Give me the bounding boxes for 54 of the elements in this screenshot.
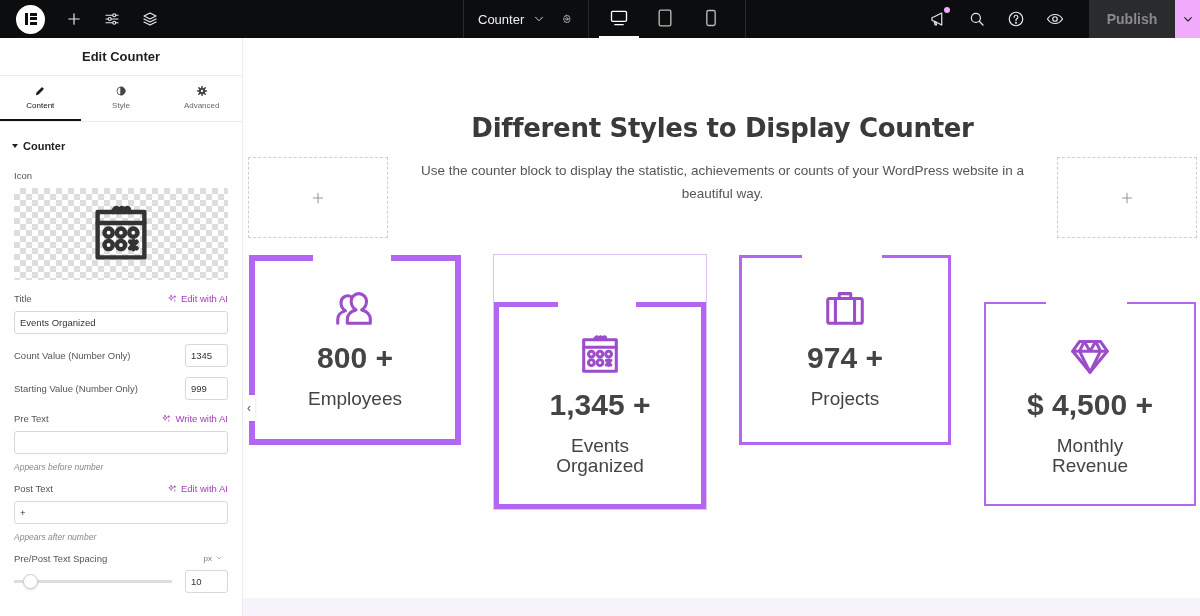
counter-label: Monthly Revenue	[1050, 436, 1130, 476]
layers-icon[interactable]	[141, 10, 159, 28]
section-text: Use the counter block to display the statistic, achievements or counts of your WordPress website in a beautiful way.	[419, 162, 1025, 203]
add-icon[interactable]	[65, 10, 83, 28]
search-icon[interactable]	[968, 10, 986, 28]
field-label: Starting Value (Number Only)	[14, 383, 138, 394]
help-icon[interactable]	[1007, 10, 1025, 28]
field-label: Pre/Post Text Spacing	[14, 552, 108, 564]
counter-number: 800 +	[317, 341, 393, 375]
field-label: Icon	[14, 170, 33, 181]
panel-tab[interactable]: Content	[0, 76, 81, 121]
chevron-icon	[215, 554, 223, 562]
panel-title: Edit Counter	[0, 38, 242, 76]
counter-number: $ 4,500 +	[1027, 388, 1153, 422]
field-label: Post Text	[14, 482, 53, 494]
text-field[interactable]: +	[14, 501, 228, 524]
sparkle-icon	[161, 412, 173, 424]
section-heading: Different Styles to Display Counter	[470, 113, 975, 143]
field-label: Title	[14, 292, 32, 304]
ai-link[interactable]: Edit with AI	[167, 482, 228, 494]
document-dropdown[interactable]: Counter	[478, 11, 547, 27]
number-field[interactable]: 1345	[185, 344, 228, 367]
slider-thumb[interactable]	[22, 574, 38, 589]
field-label: Count Value (Number Only)	[14, 350, 131, 361]
text-field[interactable]	[14, 431, 228, 454]
ai-link[interactable]: Write with AI	[161, 412, 228, 424]
section-toggle[interactable]: Counter	[12, 140, 228, 152]
publish-button[interactable]: Publish	[1089, 0, 1175, 38]
contrast-icon	[115, 85, 127, 97]
ai-link[interactable]: Edit with AI	[167, 292, 228, 304]
number-field[interactable]: 999	[185, 377, 228, 400]
pencil-icon	[34, 85, 47, 97]
help-text: Appears after number	[14, 532, 98, 542]
settings-icon[interactable]	[103, 10, 121, 28]
text-field[interactable]: Events Organized	[14, 311, 228, 334]
sparkle-icon	[167, 292, 178, 304]
panel-tab[interactable]: Advanced	[161, 76, 242, 121]
counter-label: Projects	[810, 389, 880, 409]
triangle-icon	[12, 144, 18, 148]
unit-dropdown[interactable]: px	[203, 553, 223, 563]
field-label: Pre Text	[14, 412, 49, 424]
logo-icon[interactable]	[16, 4, 45, 34]
number-field[interactable]: 10	[185, 570, 228, 593]
counter-label: Employees	[308, 389, 402, 409]
collapse-handle[interactable]: ‹	[243, 395, 255, 421]
sparkle-icon	[167, 482, 178, 494]
counter-label: Events Organized	[555, 436, 645, 476]
selection-outline[interactable]: 1,345 + Events Organized	[493, 254, 707, 510]
counter-number: 1,345 +	[549, 388, 651, 422]
panel-tab[interactable]: Style	[80, 76, 162, 121]
desktop-icon	[609, 8, 629, 28]
help-text: Appears before number	[14, 462, 105, 472]
counter-number: 974 +	[807, 341, 883, 375]
cog-icon	[195, 85, 208, 97]
